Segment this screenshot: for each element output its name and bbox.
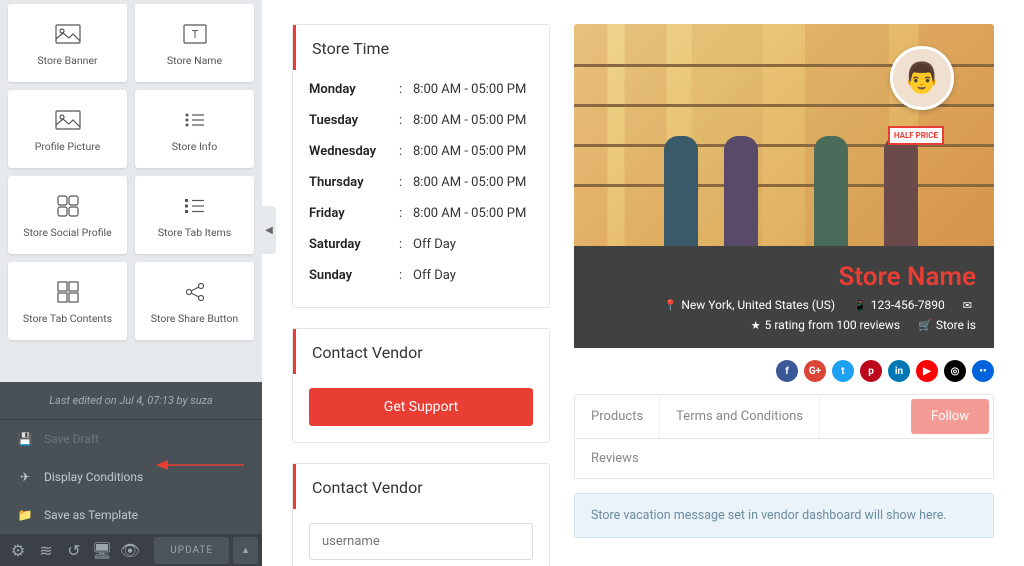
save-icon: 💾 bbox=[18, 432, 32, 446]
svg-text:T: T bbox=[191, 28, 198, 41]
social-icons-row: f G+ t p in ▶ ◎ •• bbox=[574, 348, 994, 394]
list-icon bbox=[184, 106, 206, 134]
widgets-sidebar: Store Banner T Store Name Profile Pictur… bbox=[0, 0, 262, 566]
twitter-icon[interactable]: t bbox=[832, 360, 854, 382]
display-conditions-action[interactable]: ✈ Display Conditions bbox=[0, 458, 262, 496]
tab-terms[interactable]: Terms and Conditions bbox=[660, 395, 820, 438]
settings-icon[interactable]: ⚙ bbox=[4, 534, 32, 566]
location-icon: 📍 bbox=[664, 299, 678, 312]
text-icon: T bbox=[183, 20, 207, 48]
image-icon bbox=[55, 106, 81, 134]
star-icon: ★ bbox=[751, 319, 761, 332]
store-location: 📍New York, United States (US) bbox=[664, 298, 835, 312]
contact-vendor-title: Contact Vendor bbox=[293, 464, 549, 509]
save-draft-label: Save Draft bbox=[44, 432, 99, 446]
save-template-action[interactable]: 📁 Save as Template bbox=[0, 496, 262, 534]
sidebar-collapse-handle[interactable]: ◀ bbox=[262, 206, 276, 254]
get-support-button[interactable]: Get Support bbox=[309, 388, 533, 426]
save-template-label: Save as Template bbox=[44, 508, 138, 522]
store-info-bar: Store Name 📍New York, United States (US)… bbox=[574, 246, 994, 348]
preview-area: Store Time Monday:8:00 AM - 05:00 PM Tue… bbox=[262, 0, 1024, 566]
last-edited-text: Last edited on Jul 4, 07:13 by suza bbox=[0, 382, 262, 419]
facebook-icon[interactable]: f bbox=[776, 360, 798, 382]
widget-grid: Store Banner T Store Name Profile Pictur… bbox=[0, 0, 262, 382]
bottom-toolbar: ⚙ ≋ ↺ 🖥 👁 UPDATE ▲ bbox=[0, 534, 262, 566]
sidebar-footer: Last edited on Jul 4, 07:13 by suza 💾 Sa… bbox=[0, 382, 262, 566]
schedule-row: Monday:8:00 AM - 05:00 PM bbox=[309, 74, 533, 105]
image-icon bbox=[55, 20, 81, 48]
widget-label: Store Name bbox=[167, 54, 222, 67]
google-plus-icon[interactable]: G+ bbox=[804, 360, 826, 382]
update-caret-button[interactable]: ▲ bbox=[233, 537, 258, 564]
contact-vendor-form-card: Contact Vendor bbox=[292, 463, 550, 566]
store-banner-image: 👨 HALF PRICE bbox=[574, 24, 994, 246]
share-icon bbox=[184, 278, 206, 306]
schedule-row: Thursday:8:00 AM - 05:00 PM bbox=[309, 167, 533, 198]
store-time-title: Store Time bbox=[293, 25, 549, 70]
instagram-icon[interactable]: ◎ bbox=[944, 360, 966, 382]
phone-icon: 📱 bbox=[853, 299, 867, 312]
widget-label: Store Tab Items bbox=[158, 226, 231, 239]
envelope-icon: ✉ bbox=[963, 299, 972, 312]
widget-store-name[interactable]: T Store Name bbox=[135, 4, 254, 82]
schedule-row: Wednesday:8:00 AM - 05:00 PM bbox=[309, 136, 533, 167]
social-icon bbox=[57, 192, 79, 220]
store-rating: ★5 rating from 100 reviews bbox=[751, 318, 900, 332]
pinterest-icon[interactable]: p bbox=[860, 360, 882, 382]
widget-store-banner[interactable]: Store Banner bbox=[8, 4, 127, 82]
widget-label: Store Banner bbox=[37, 54, 97, 67]
layers-icon[interactable]: ≋ bbox=[32, 534, 60, 566]
schedule-row: Tuesday:8:00 AM - 05:00 PM bbox=[309, 105, 533, 136]
widget-store-tab-contents[interactable]: Store Tab Contents bbox=[8, 262, 127, 340]
folder-icon: 📁 bbox=[18, 508, 32, 522]
schedule-list: Monday:8:00 AM - 05:00 PM Tuesday:8:00 A… bbox=[293, 70, 549, 307]
contact-vendor-title: Contact Vendor bbox=[293, 329, 549, 374]
widget-store-social[interactable]: Store Social Profile bbox=[8, 176, 127, 254]
store-time-card: Store Time Monday:8:00 AM - 05:00 PM Tue… bbox=[292, 24, 550, 308]
widget-profile-picture[interactable]: Profile Picture bbox=[8, 90, 127, 168]
responsive-icon[interactable]: 🖥 bbox=[88, 534, 116, 566]
preview-icon[interactable]: 👁 bbox=[116, 534, 144, 566]
price-tag: HALF PRICE bbox=[888, 126, 944, 145]
widget-store-tab-items[interactable]: Store Tab Items bbox=[135, 176, 254, 254]
widget-store-share[interactable]: Store Share Button bbox=[135, 262, 254, 340]
store-phone: 📱123-456-7890 bbox=[853, 298, 945, 312]
tab-reviews[interactable]: Reviews bbox=[574, 439, 994, 479]
widget-label: Store Info bbox=[172, 140, 217, 153]
display-conditions-label: Display Conditions bbox=[44, 470, 143, 484]
save-draft-action: 💾 Save Draft bbox=[0, 420, 262, 458]
schedule-row: Friday:8:00 AM - 05:00 PM bbox=[309, 198, 533, 229]
list-icon bbox=[184, 192, 206, 220]
youtube-icon[interactable]: ▶ bbox=[916, 360, 938, 382]
cart-icon: 🛒 bbox=[918, 319, 932, 332]
schedule-row: Saturday:Off Day bbox=[309, 229, 533, 260]
widget-label: Store Tab Contents bbox=[23, 312, 112, 325]
widget-store-info[interactable]: Store Info bbox=[135, 90, 254, 168]
schedule-row: Sunday:Off Day bbox=[309, 260, 533, 291]
tab-products[interactable]: Products bbox=[575, 395, 660, 438]
contact-vendor-support-card: Contact Vendor Get Support bbox=[292, 328, 550, 443]
follow-button[interactable]: Follow bbox=[911, 399, 989, 434]
vacation-message: Store vacation message set in vendor das… bbox=[574, 493, 994, 538]
widget-label: Profile Picture bbox=[35, 140, 101, 153]
history-icon[interactable]: ↺ bbox=[60, 534, 88, 566]
grid-icon bbox=[57, 278, 79, 306]
paper-plane-icon: ✈ bbox=[18, 470, 32, 484]
widget-label: Store Social Profile bbox=[23, 226, 111, 239]
vendor-avatar: 👨 bbox=[890, 46, 954, 110]
store-tabs: Products Terms and Conditions Follow bbox=[574, 394, 994, 439]
update-button[interactable]: UPDATE bbox=[154, 537, 229, 564]
linkedin-icon[interactable]: in bbox=[888, 360, 910, 382]
store-header-card: 👨 HALF PRICE Store Name 📍New York, Unite… bbox=[574, 24, 994, 348]
store-name-heading: Store Name bbox=[592, 262, 976, 292]
flickr-icon[interactable]: •• bbox=[972, 360, 994, 382]
username-input[interactable] bbox=[309, 523, 533, 560]
store-status: 🛒Store is bbox=[918, 318, 976, 332]
widget-label: Store Share Button bbox=[151, 312, 238, 325]
